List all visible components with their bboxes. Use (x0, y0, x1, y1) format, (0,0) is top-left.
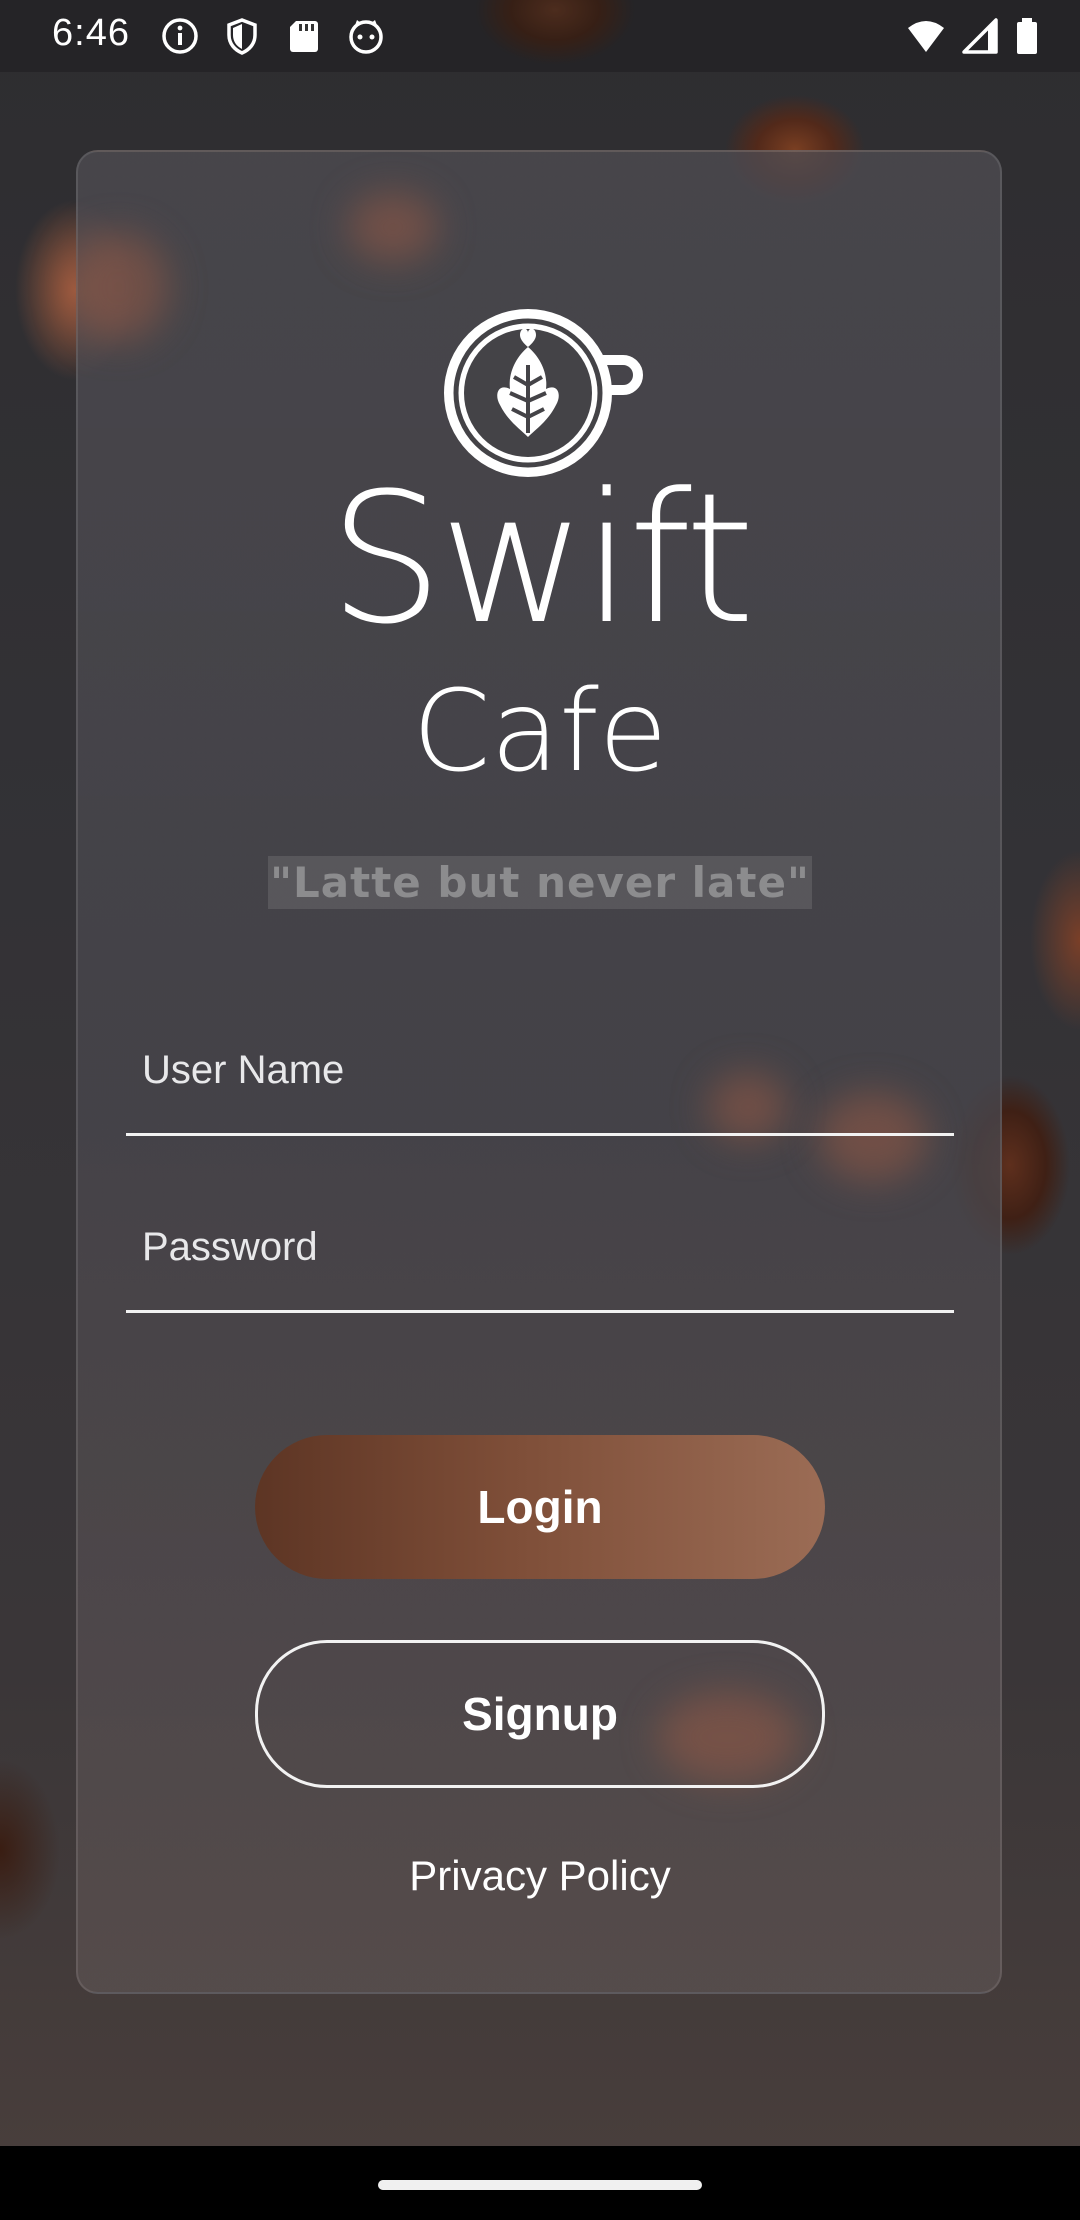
sd-card-icon (284, 16, 324, 56)
brand-title: Swift (328, 455, 755, 664)
signup-button[interactable]: Signup (255, 1640, 825, 1788)
privacy-policy-link[interactable]: Privacy Policy (0, 1852, 1080, 1900)
background-blur-bean (348, 192, 438, 262)
username-input[interactable] (142, 1048, 922, 1093)
cell-signal-icon (960, 16, 1000, 56)
status-system-icons (906, 16, 1040, 56)
info-icon (160, 16, 200, 56)
brand-subtitle: Cafe (412, 667, 668, 797)
login-button[interactable]: Login (255, 1435, 825, 1579)
username-field[interactable] (126, 1026, 954, 1136)
tagline-container: "Latte but never late" (0, 856, 1080, 909)
shield-icon (222, 16, 262, 56)
cat-face-icon (346, 16, 386, 56)
password-field[interactable] (126, 1203, 954, 1313)
background-blur-bean (68, 232, 168, 342)
status-time: 6:46 (52, 12, 130, 54)
login-screen: 6:46 Swift Cafe "Latte but never late" U… (0, 0, 1080, 2220)
wifi-icon (906, 16, 946, 56)
battery-icon (1014, 16, 1040, 56)
status-notification-icons (160, 16, 386, 56)
status-bar: 6:46 (0, 0, 1080, 72)
tagline: "Latte but never late" (268, 856, 812, 909)
password-input[interactable] (142, 1225, 922, 1270)
navigation-bar (0, 2146, 1080, 2220)
home-gesture-handle[interactable] (378, 2180, 702, 2190)
